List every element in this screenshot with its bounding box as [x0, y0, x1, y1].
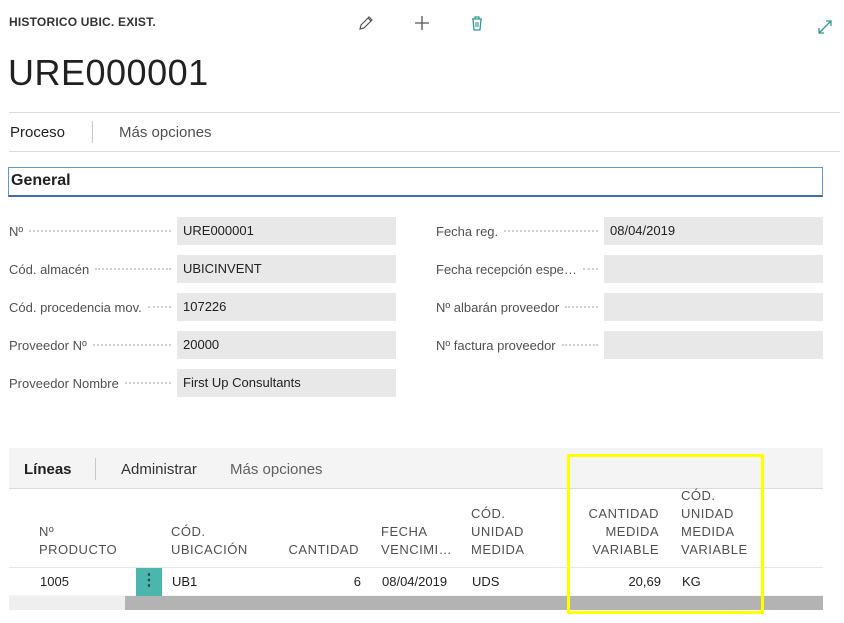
new-button[interactable]	[411, 12, 433, 34]
field-no-label-row: Nº	[9, 217, 177, 245]
lines-action-lineas[interactable]: Líneas	[24, 461, 72, 478]
column-header-cantidad-variable[interactable]: CANTIDAD MEDIDA VARIABLE	[589, 505, 659, 559]
cell-fecha[interactable]: 08/04/2019	[382, 574, 447, 589]
leader-dots	[124, 382, 171, 384]
lines-action-more-options[interactable]: Más opciones	[230, 461, 323, 478]
field-albaran-label-row: Nº albarán proveedor	[436, 293, 604, 321]
leader-dots	[29, 230, 171, 232]
trash-icon	[472, 16, 482, 31]
field-label: Nº albarán proveedor	[436, 299, 560, 315]
action-separator	[92, 121, 93, 143]
cell-cantidad-variable[interactable]: 20,69	[628, 574, 661, 589]
field-label: Nº factura proveedor	[436, 337, 556, 353]
field-proveedor-nombre-value[interactable]: First Up Consultants	[177, 369, 396, 397]
field-fecha-reg-value[interactable]: 08/04/2019	[604, 217, 823, 245]
leader-dots	[582, 268, 598, 270]
column-header-producto[interactable]: Nº PRODUCTO	[39, 523, 117, 559]
leader-dots	[95, 268, 171, 270]
field-label: Proveedor Nombre	[9, 375, 119, 391]
field-label: Fecha reg.	[436, 223, 499, 239]
cell-unidad-variable[interactable]: KG	[682, 574, 701, 589]
field-proveedor-value[interactable]: 20000	[177, 331, 396, 359]
leader-dots	[504, 230, 598, 232]
column-header-unidad-variable[interactable]: CÓD. UNIDAD MEDIDA VARIABLE	[681, 487, 748, 559]
action-proceso[interactable]: Proceso	[10, 124, 65, 141]
column-header-unidad[interactable]: CÓD. UNIDAD MEDIDA	[471, 505, 525, 559]
cell-producto[interactable]: 1005	[40, 574, 69, 589]
field-label: Proveedor Nº	[9, 337, 87, 353]
general-section-header[interactable]: General	[8, 167, 823, 197]
table-row[interactable]: 1005 ⋮ UB1 6 08/04/2019 UDS 20,69 KG	[9, 567, 823, 596]
actionbar-divider	[9, 151, 840, 152]
row-menu-button[interactable]: ⋮	[136, 568, 162, 596]
field-label: Cód. procedencia mov.	[9, 299, 142, 315]
page-caption: HISTORICO UBIC. EXIST.	[9, 15, 156, 29]
field-procedencia-value[interactable]: 107226	[177, 293, 396, 321]
action-more-options[interactable]: Más opciones	[119, 124, 212, 141]
field-label: Fecha recepción espe…	[436, 261, 577, 277]
field-fecha-recepcion-value[interactable]	[604, 255, 823, 283]
leader-dots	[147, 306, 171, 308]
leader-dots	[92, 344, 171, 346]
field-label: Nº	[9, 223, 24, 239]
expand-icon	[818, 20, 832, 34]
lines-action-separator	[95, 458, 96, 480]
field-label: Cód. almacén	[9, 261, 90, 277]
lines-grid-header: Nº PRODUCTO CÓD. UBICACIÓN CANTIDAD FECH…	[9, 487, 823, 567]
page-title: URE000001	[8, 52, 209, 93]
cell-unidad[interactable]: UDS	[472, 574, 499, 589]
cell-cantidad[interactable]: 6	[354, 574, 361, 589]
lines-action-administrar[interactable]: Administrar	[121, 461, 197, 478]
field-almacen-value[interactable]: UBICINVENT	[177, 255, 396, 283]
cell-ubicacion[interactable]: UB1	[172, 574, 197, 589]
expand-button[interactable]	[814, 16, 836, 38]
field-albaran-value[interactable]	[604, 293, 823, 321]
column-header-fecha[interactable]: FECHA VENCIMI…	[381, 523, 452, 559]
column-header-ubicacion[interactable]: CÓD. UBICACIÓN	[171, 523, 248, 559]
leader-dots	[565, 306, 598, 308]
field-factura-value[interactable]	[604, 331, 823, 359]
field-proveedor-nombre-label-row: Proveedor Nombre	[9, 369, 177, 397]
field-procedencia-label-row: Cód. procedencia mov.	[9, 293, 177, 321]
field-fecha-reg-label-row: Fecha reg.	[436, 217, 604, 245]
field-almacen-label-row: Cód. almacén	[9, 255, 177, 283]
column-header-cantidad[interactable]: CANTIDAD	[289, 541, 359, 559]
leader-dots	[561, 344, 598, 346]
action-bar: Proceso Más opciones	[0, 112, 840, 152]
field-no-value[interactable]: URE000001	[177, 217, 396, 245]
plus-icon	[415, 16, 429, 30]
field-fecha-recepcion-label-row: Fecha recepción espe…	[436, 255, 604, 283]
delete-button[interactable]	[466, 12, 488, 34]
lines-part: Líneas Administrar Más opciones Nº PRODU…	[9, 448, 823, 610]
field-factura-label-row: Nº factura proveedor	[436, 331, 604, 359]
scrollbar-thumb[interactable]	[125, 596, 823, 610]
edit-button[interactable]	[355, 12, 377, 34]
horizontal-scrollbar[interactable]	[9, 596, 823, 610]
pencil-icon	[359, 16, 373, 30]
lines-action-bar: Líneas Administrar Más opciones	[9, 448, 823, 488]
field-proveedor-label-row: Proveedor Nº	[9, 331, 177, 359]
